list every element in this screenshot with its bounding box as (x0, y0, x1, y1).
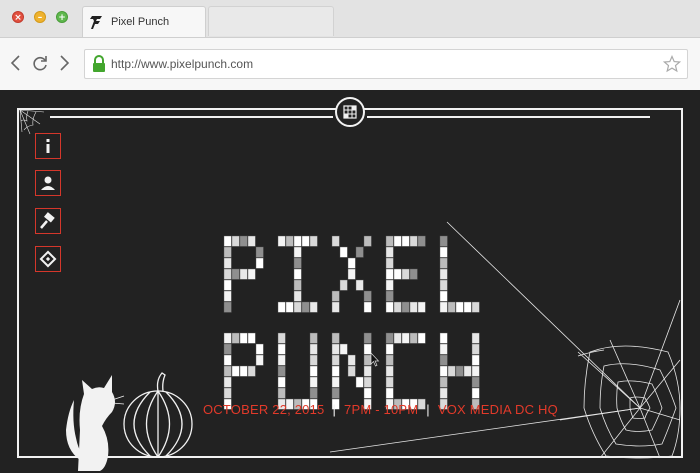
tab-title: Pixel Punch (111, 16, 170, 28)
bookmark-star-icon[interactable] (663, 55, 681, 73)
large-cobweb-icon (329, 221, 681, 459)
event-venue: VOX MEDIA DC HQ (437, 402, 558, 417)
maximize-icon: + (58, 13, 66, 23)
event-info: OCTOBER 22, 2015 | 7PM - 10PM | VOX MEDIA DC… (203, 402, 558, 417)
forward-arrow-icon[interactable] (54, 53, 74, 73)
minimize-window-button[interactable]: – (34, 11, 46, 23)
logo-letter-p (223, 332, 264, 410)
mouse-cursor-icon (370, 352, 380, 367)
small-cobweb-icon (19, 109, 45, 135)
logo-letter-u (277, 332, 318, 410)
minimize-icon: – (37, 13, 43, 23)
logo-letter-n (331, 332, 372, 410)
browser-nav-bar: http://www.pixelpunch.com (0, 37, 700, 90)
close-window-button[interactable]: × (12, 11, 24, 23)
pixel-punch-logo-art (223, 235, 480, 410)
separator-bar: | (426, 402, 430, 417)
browser-tab-active[interactable]: Pixel Punch (82, 6, 206, 38)
logo-letter-h (439, 332, 480, 410)
new-tab-button[interactable] (208, 6, 334, 36)
reload-icon[interactable] (30, 53, 50, 73)
pumpkin-outline-icon (123, 372, 193, 458)
back-arrow-icon[interactable] (6, 53, 26, 73)
event-time: 7PM - 10PM (344, 402, 419, 417)
close-icon: × (14, 13, 22, 23)
logo-letter-e (385, 235, 426, 313)
cat-silhouette-icon (66, 375, 125, 471)
pixel-punch-favicon-icon (90, 16, 102, 29)
page-content: OCTOBER 22, 2015 | 7PM - 10PM | VOX MEDIA DC… (0, 90, 700, 473)
logo-letter-p (223, 235, 264, 313)
separator-bar: | (332, 402, 337, 417)
address-bar[interactable]: http://www.pixelpunch.com (84, 49, 688, 79)
url-text: http://www.pixelpunch.com (111, 57, 254, 71)
event-date: OCTOBER 22, 2015 (203, 402, 325, 417)
logo-letter-c (385, 332, 426, 410)
lock-icon (93, 55, 105, 72)
logo-letter-x (331, 235, 372, 313)
logo-letter-i (277, 235, 318, 313)
maximize-window-button[interactable]: + (56, 11, 68, 23)
browser-tab-bar: × – + Pixel Punch (0, 0, 700, 38)
